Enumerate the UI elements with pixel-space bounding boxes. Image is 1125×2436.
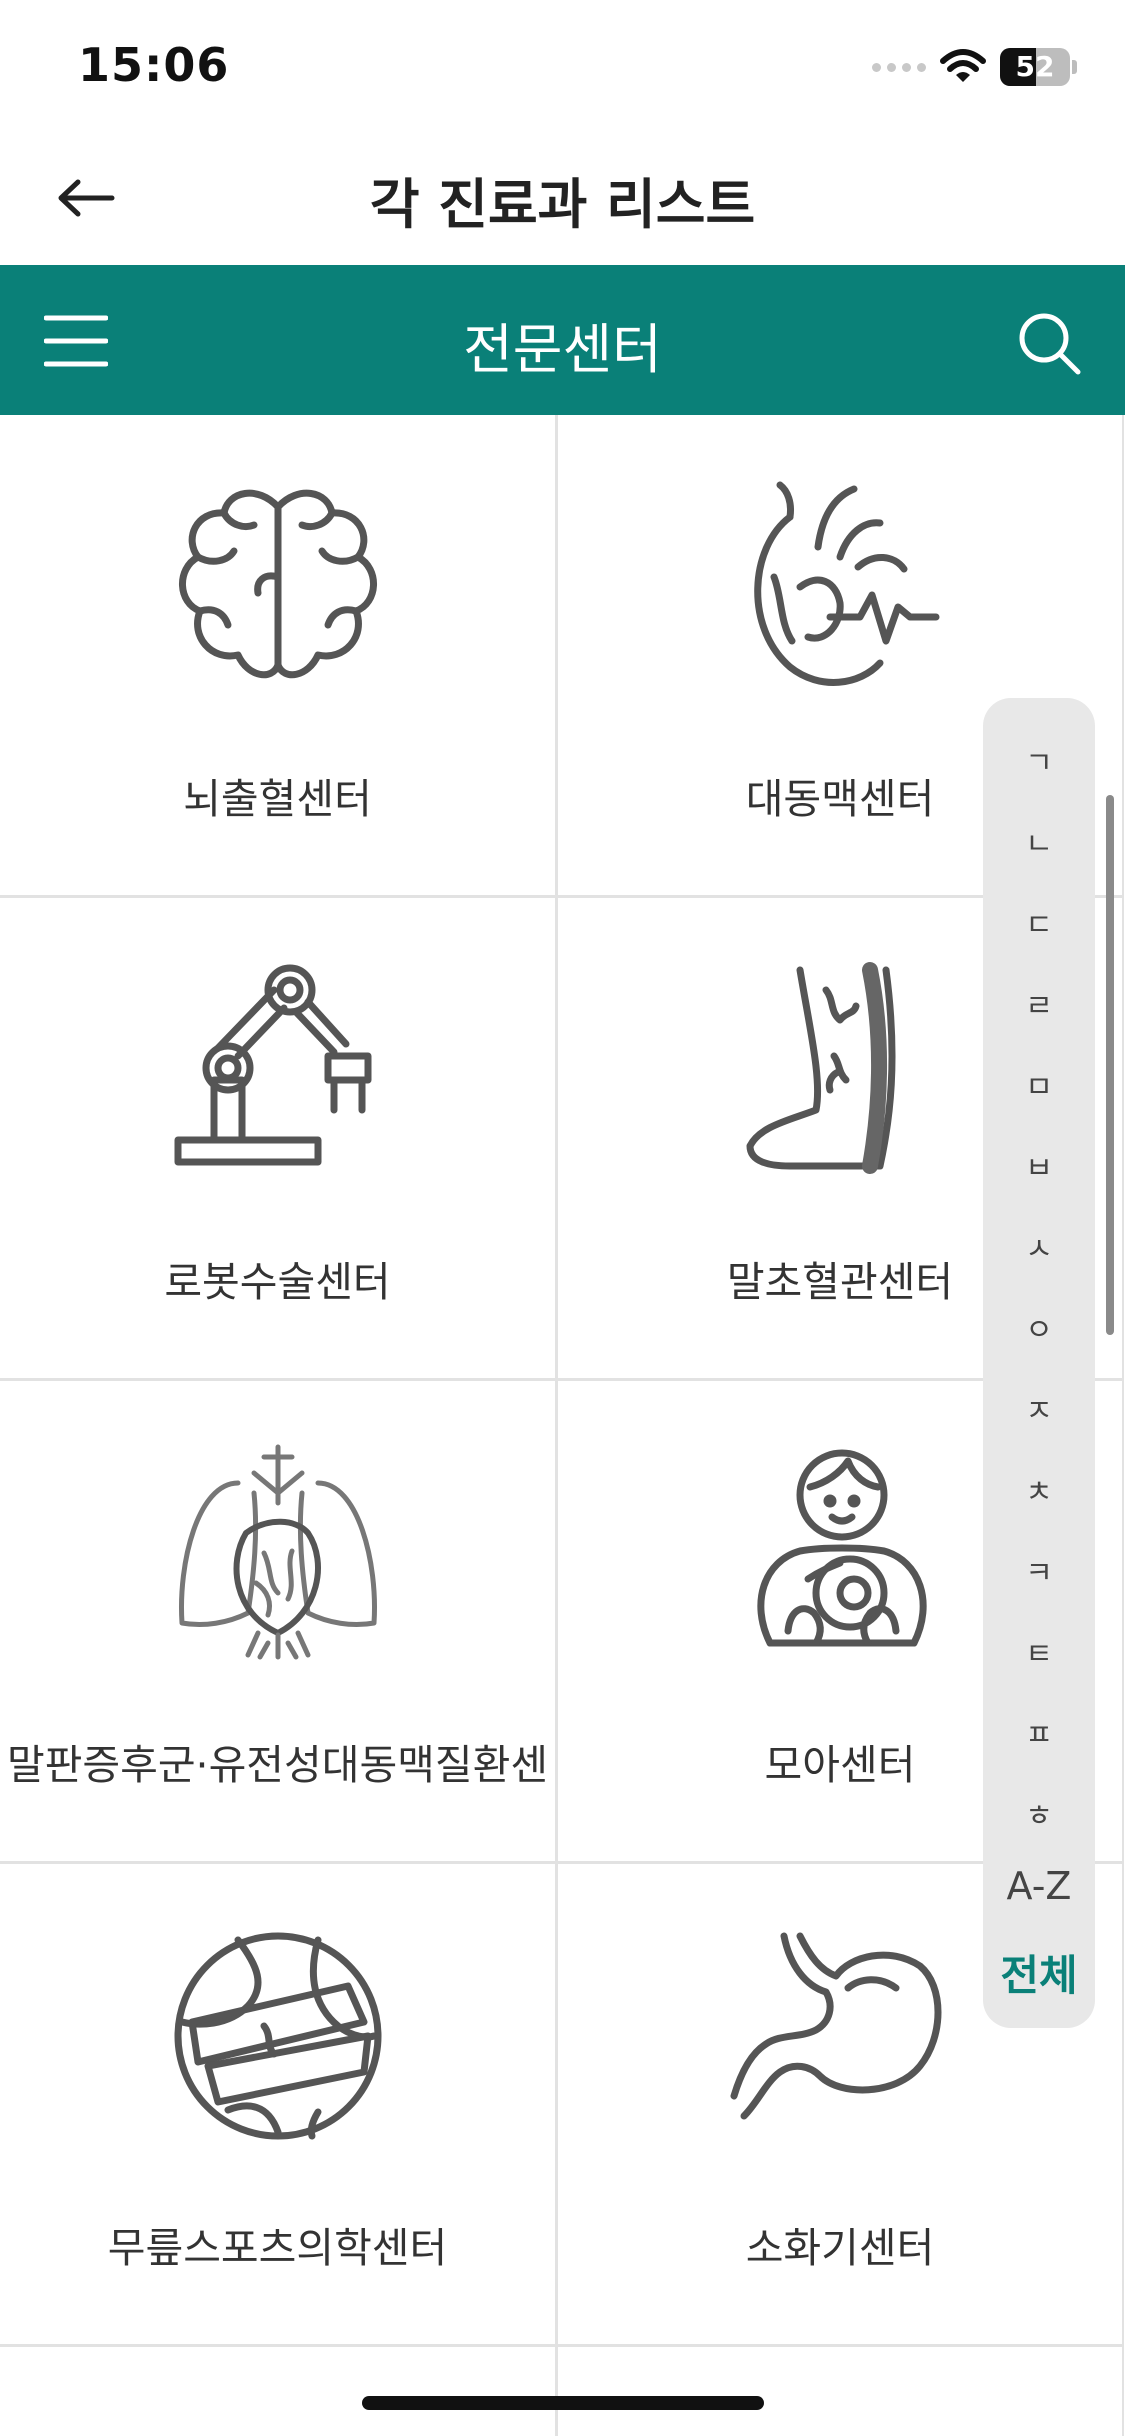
header-title: 전문센터: [463, 318, 662, 381]
brain-icon: [178, 489, 377, 679]
knee-bandage-icon: [174, 1932, 381, 2140]
index-item-rieul[interactable]: ㄹ: [983, 981, 1095, 1025]
leg-vessel-icon: [746, 962, 896, 1174]
center-grid: 뇌출혈센터 대동맥센터 로봇수술센터 말초혈관센터 말판증후군·유전성대동맥질환…: [0, 415, 1125, 2436]
index-item-tieut[interactable]: ㅌ: [983, 1629, 1095, 1673]
center-label: 소화기센터: [745, 2224, 935, 2272]
stomach-icon: [730, 1932, 942, 2120]
robot-arm-icon: [174, 964, 371, 1166]
index-item-siot[interactable]: ㅅ: [983, 1224, 1095, 1268]
home-indicator[interactable]: [362, 2396, 764, 2410]
index-item-digeut[interactable]: ㄷ: [983, 900, 1095, 944]
lungs-heart-icon: [178, 1444, 377, 1660]
center-card-partial[interactable]: [558, 2347, 1124, 2436]
index-item-bieup[interactable]: ㅂ: [983, 1143, 1095, 1187]
section-header: 전문센터: [0, 265, 1125, 415]
center-card-6[interactable]: 무릎스포츠의학센터: [0, 1864, 558, 2347]
index-item-hieut[interactable]: ㅎ: [983, 1791, 1095, 1835]
center-label: 로봇수술센터: [164, 1258, 391, 1306]
center-card-2[interactable]: 로봇수술센터: [0, 898, 558, 1381]
index-item-kieuk[interactable]: ㅋ: [983, 1548, 1095, 1592]
page-title: 각 진료과 리스트: [369, 173, 756, 236]
index-item-jieut[interactable]: ㅈ: [983, 1386, 1095, 1430]
navigation-bar: 각 진료과 리스트: [0, 130, 1125, 265]
index-item-mieum[interactable]: ㅁ: [983, 1062, 1095, 1106]
heart-aorta-icon: [754, 481, 940, 686]
cellular-signal-icon: [872, 62, 926, 72]
status-bar: 15:06 52: [0, 0, 1125, 130]
center-label: 무릎스포츠의학센터: [107, 2224, 448, 2272]
center-card-4[interactable]: 말판증후군·유전성대동맥질환센: [0, 1381, 558, 1864]
center-card-partial[interactable]: [0, 2347, 558, 2436]
mother-baby-icon: [757, 1449, 927, 1647]
battery-level: 52: [1015, 50, 1055, 83]
search-icon: [1019, 313, 1081, 375]
center-label: 뇌출혈센터: [183, 775, 372, 823]
index-item-all[interactable]: 전체: [983, 1942, 1095, 2003]
index-item-pieup[interactable]: ㅍ: [983, 1710, 1095, 1754]
status-time: 15:06: [78, 38, 230, 92]
index-item-az[interactable]: A-Z: [983, 1864, 1095, 1908]
wifi-icon: [940, 49, 986, 82]
index-item-ieung[interactable]: ㅇ: [983, 1305, 1095, 1349]
index-item-chieut[interactable]: ㅊ: [983, 1467, 1095, 1511]
scrollbar[interactable]: [1106, 795, 1114, 1335]
index-bar: ㄱ ㄴ ㄷ ㄹ ㅁ ㅂ ㅅ ㅇ ㅈ ㅊ ㅋ ㅌ ㅍ ㅎ A-Z 전체: [983, 698, 1095, 2028]
index-item-giyeok[interactable]: ㄱ: [983, 738, 1095, 782]
battery-icon: 52: [1000, 48, 1070, 86]
search-button[interactable]: [1009, 303, 1089, 383]
index-item-nieun[interactable]: ㄴ: [983, 819, 1095, 863]
center-card-0[interactable]: 뇌출혈센터: [0, 415, 558, 898]
center-label: 말판증후군·유전성대동맥질환센: [6, 1741, 549, 1789]
status-icons: 52: [872, 44, 1077, 90]
